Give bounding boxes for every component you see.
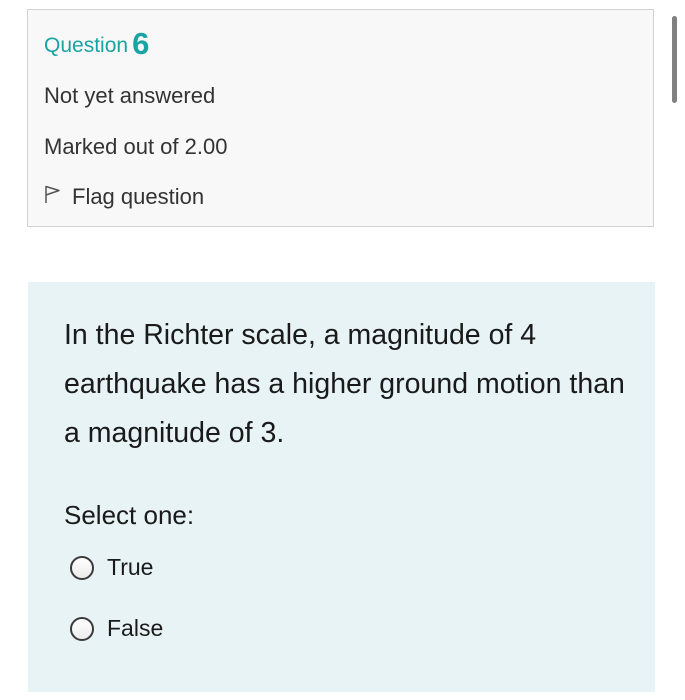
question-content-panel: In the Richter scale, a magnitude of 4 e… (28, 282, 655, 692)
flag-outline-icon (44, 184, 72, 210)
flag-question-label: Flag question (72, 184, 205, 209)
answer-option-false[interactable]: False (70, 615, 163, 642)
answer-option-label: False (107, 615, 164, 641)
question-label: Question (44, 34, 129, 57)
question-info-panel: Question 6 Not yet answered Marked out of… (27, 9, 654, 227)
quiz-page: Question 6 Not yet answered Marked out of… (0, 0, 685, 700)
question-heading: Question 6 (44, 26, 149, 59)
question-number: 6 (132, 26, 150, 61)
radio-unchecked-icon[interactable] (70, 555, 94, 580)
answer-prompt: Select one: (64, 500, 195, 530)
question-state: Not yet answered (44, 83, 216, 108)
scrollbar-thumb[interactable] (672, 16, 677, 103)
answer-option-label: True (107, 554, 154, 580)
flag-question-button[interactable]: Flag question (44, 184, 204, 210)
question-text: In the Richter scale, a magnitude of 4 e… (64, 319, 625, 449)
question-grade: Marked out of 2.00 (44, 134, 228, 159)
radio-unchecked-icon[interactable] (70, 616, 94, 641)
answer-option-true[interactable]: True (70, 554, 153, 581)
